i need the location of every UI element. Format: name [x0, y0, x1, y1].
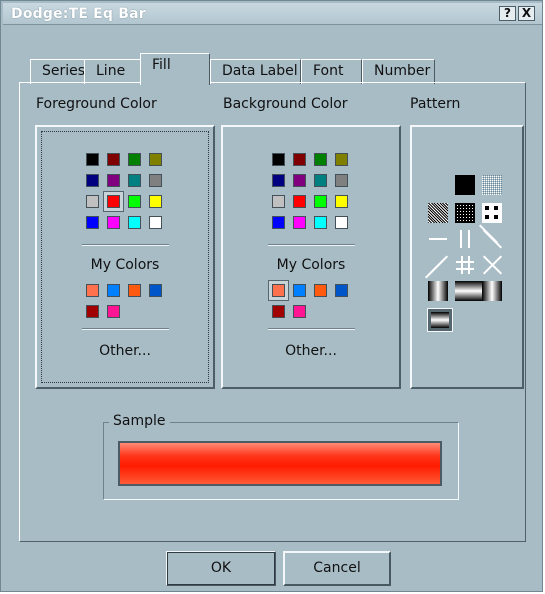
color-separator	[268, 244, 355, 246]
sample-label: Sample	[109, 413, 170, 429]
background-standard-color-swatch[interactable]	[314, 216, 327, 229]
medium-dot-pattern[interactable]	[428, 203, 448, 223]
foreground-color-title: Foreground Color	[36, 96, 157, 112]
foreground-my-color-swatch[interactable]	[107, 305, 120, 318]
foreground-color-picker[interactable]: My Colors Other...	[35, 125, 215, 389]
foreground-standard-color-swatch[interactable]	[149, 195, 162, 208]
horizontal-gradient-pattern[interactable]	[428, 281, 448, 301]
background-my-color-swatch[interactable]	[272, 305, 285, 318]
background-my-color-swatch[interactable]	[314, 284, 327, 297]
background-color-picker[interactable]: My Colors Other...	[221, 125, 401, 389]
selected-gradient-pattern[interactable]	[427, 308, 453, 332]
background-standard-color-swatch[interactable]	[293, 216, 306, 229]
foreground-standard-color-swatch[interactable]	[128, 195, 141, 208]
horizontal-line-pattern[interactable]	[428, 229, 448, 249]
background-standard-color-swatch[interactable]	[272, 174, 285, 187]
tab-number[interactable]: Number	[362, 59, 435, 84]
tab-font[interactable]: Font	[301, 59, 362, 84]
foreground-standard-color-swatch[interactable]	[107, 153, 120, 166]
foreground-standard-color-swatch[interactable]	[107, 174, 120, 187]
solid-pattern[interactable]	[455, 175, 475, 195]
window-title: Dodge:TE Eq Bar	[11, 6, 146, 22]
crosshatch-pattern[interactable]	[482, 255, 503, 275]
title-bar[interactable]: Dodge:TE Eq Bar ? X	[3, 3, 542, 25]
background-standard-color-swatch[interactable]	[335, 216, 348, 229]
foreground-standard-color-swatch[interactable]	[128, 216, 141, 229]
background-standard-color-swatch[interactable]	[335, 174, 348, 187]
foreground-my-color-swatch[interactable]	[86, 284, 99, 297]
tab-series[interactable]: Series	[30, 59, 85, 84]
foreground-standard-color-swatch[interactable]	[128, 174, 141, 187]
foreground-standard-color-swatch[interactable]	[107, 216, 120, 229]
background-my-color-swatch[interactable]	[293, 284, 306, 297]
foreground-standard-color-swatch[interactable]	[86, 153, 99, 166]
foreground-standard-color-swatch[interactable]	[86, 195, 99, 208]
foreground-my-color-swatch[interactable]	[107, 284, 120, 297]
background-standard-color-swatch[interactable]	[314, 195, 327, 208]
ok-button[interactable]: OK	[166, 551, 276, 586]
cancel-button[interactable]: Cancel	[283, 551, 391, 586]
fill-sample-preview	[118, 441, 442, 486]
square-dot-pattern[interactable]	[482, 203, 502, 223]
color-separator	[82, 244, 169, 246]
light-dot-pattern[interactable]	[482, 175, 502, 195]
background-color-title: Background Color	[223, 96, 348, 112]
background-standard-color-swatch[interactable]	[314, 153, 327, 166]
my-colors-label: My Colors	[276, 257, 346, 273]
background-standard-color-swatch[interactable]	[335, 153, 348, 166]
my-colors-separator	[82, 328, 169, 330]
foreground-standard-color-swatch[interactable]	[104, 192, 123, 211]
background-standard-color-swatch[interactable]	[272, 216, 285, 229]
background-standard-color-swatch[interactable]	[335, 195, 348, 208]
foreground-my-color-swatch[interactable]	[128, 284, 141, 297]
background-standard-color-swatch[interactable]	[272, 195, 285, 208]
background-my-color-swatch[interactable]	[269, 281, 288, 300]
vertical-line-pattern[interactable]	[455, 229, 475, 249]
hash-pattern[interactable]	[455, 255, 475, 275]
my-colors-separator	[268, 328, 355, 330]
foreground-my-color-swatch[interactable]	[149, 284, 162, 297]
forward-diagonal-pattern[interactable]	[424, 255, 449, 279]
background-my-color-swatch[interactable]	[335, 284, 348, 297]
background-standard-color-swatch[interactable]	[293, 153, 306, 166]
foreground-my-color-swatch[interactable]	[86, 305, 99, 318]
close-button[interactable]: X	[518, 6, 535, 21]
background-other-button[interactable]: Other...	[223, 343, 399, 359]
my-colors-label: My Colors	[90, 257, 160, 273]
foreground-standard-color-swatch[interactable]	[86, 174, 99, 187]
tab-line[interactable]: Line	[84, 59, 141, 84]
background-standard-color-swatch[interactable]	[314, 174, 327, 187]
background-standard-color-swatch[interactable]	[293, 174, 306, 187]
diagonal-line-pattern[interactable]	[478, 224, 503, 249]
pattern-picker[interactable]	[410, 125, 524, 389]
center-gradient-pattern[interactable]	[482, 281, 502, 301]
tab-fill[interactable]: Fill	[140, 53, 210, 85]
background-standard-color-swatch[interactable]	[272, 153, 285, 166]
pattern-title: Pattern	[410, 96, 461, 112]
vertical-gradient-pattern[interactable]	[455, 281, 482, 301]
foreground-standard-color-swatch[interactable]	[128, 153, 141, 166]
foreground-standard-color-swatch[interactable]	[149, 216, 162, 229]
dense-grid-pattern[interactable]	[455, 203, 475, 223]
background-standard-color-swatch[interactable]	[293, 195, 306, 208]
foreground-standard-color-swatch[interactable]	[149, 153, 162, 166]
tab-data-label[interactable]: Data Label	[210, 59, 301, 84]
background-my-color-swatch[interactable]	[293, 305, 306, 318]
help-button[interactable]: ?	[499, 6, 516, 21]
foreground-standard-color-swatch[interactable]	[86, 216, 99, 229]
foreground-other-button[interactable]: Other...	[37, 343, 213, 359]
foreground-standard-color-swatch[interactable]	[149, 174, 162, 187]
dialog-window: Dodge:TE Eq Bar ? X Series Line Fill Dat…	[0, 0, 543, 592]
